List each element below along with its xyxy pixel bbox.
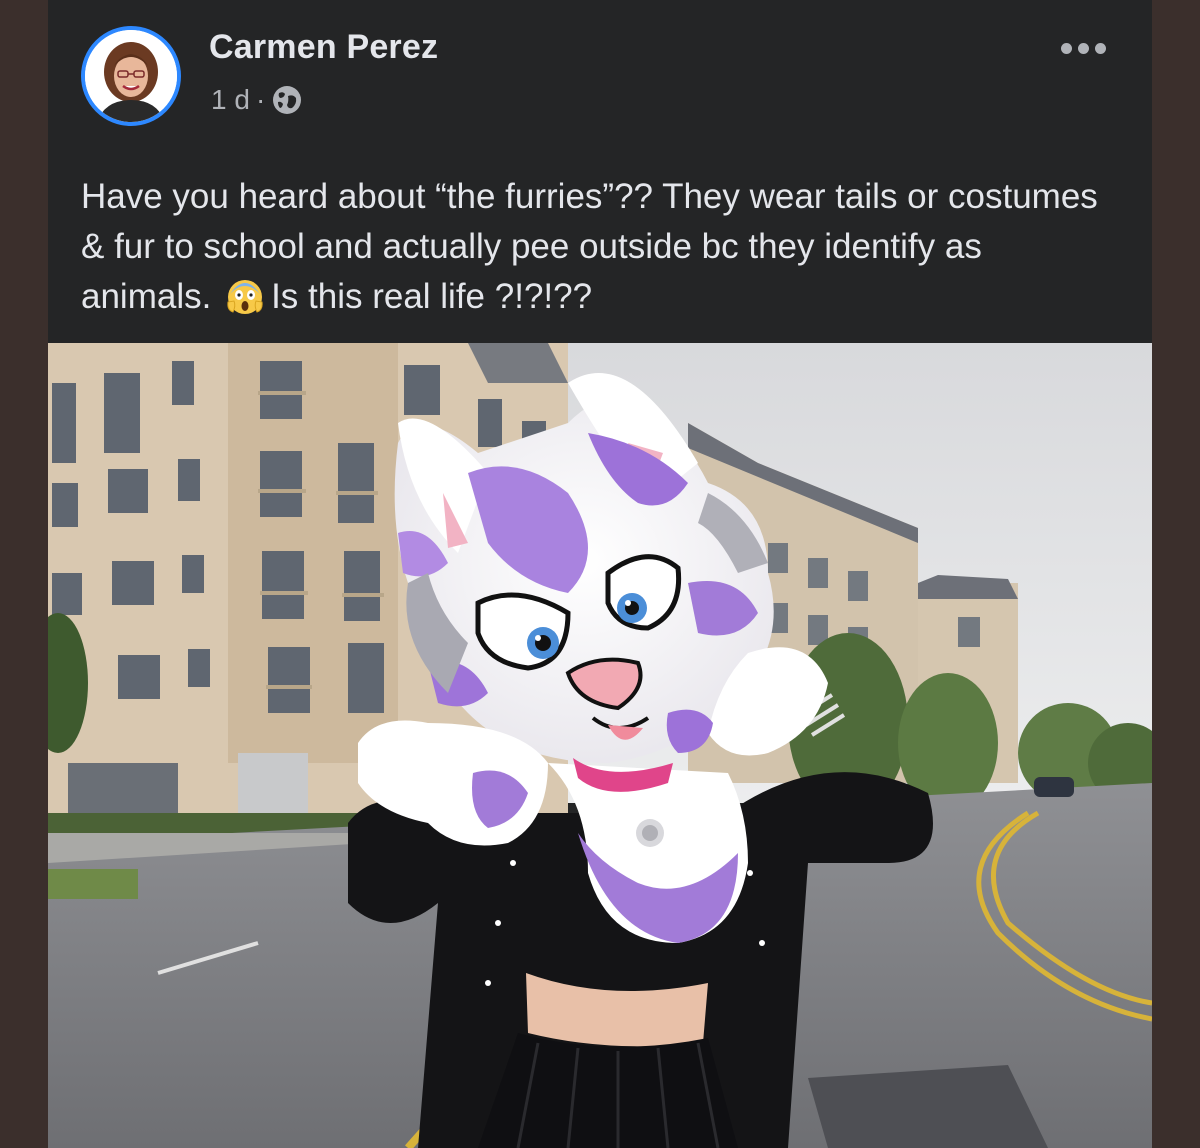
post-timestamp[interactable]: 1 d [211, 84, 250, 116]
more-options-button[interactable] [1053, 30, 1113, 66]
facebook-post: Carmen Perez 1 d · Have you heard about … [48, 0, 1152, 1148]
meta-separator: · [255, 84, 266, 115]
post-text-question: Is this real life ?!?!?? [271, 277, 593, 316]
globe-icon[interactable] [271, 84, 303, 116]
screenshot-frame: Carmen Perez 1 d · Have you heard about … [0, 0, 1200, 1148]
avatar[interactable] [81, 26, 181, 126]
more-options-icon [1060, 42, 1072, 54]
face-screaming-in-fear-icon [225, 276, 265, 316]
post-meta: 1 d · [211, 82, 303, 118]
post-text: Have you heard about “the furries”?? The… [81, 172, 1121, 322]
post-header: Carmen Perez 1 d · [48, 0, 1152, 140]
author-name[interactable]: Carmen Perez [209, 28, 438, 67]
post-photo[interactable] [48, 343, 1152, 1148]
